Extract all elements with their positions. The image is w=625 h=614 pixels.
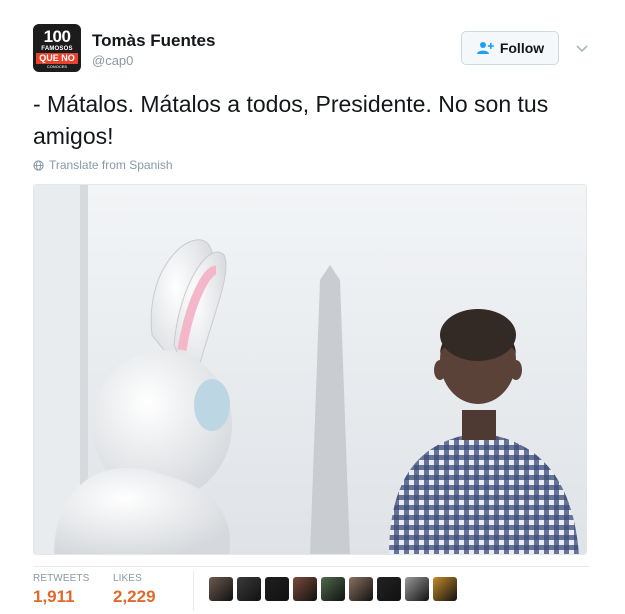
avatar-text-famosos: FAMOSOS — [41, 45, 73, 52]
retweets-stat[interactable]: RETWEETS 1,911 — [33, 573, 89, 607]
liker-avatars — [209, 577, 457, 601]
follow-label: Follow — [499, 40, 545, 56]
likes-stat[interactable]: LIKES 2,229 — [113, 573, 156, 607]
tweet-text: - Mátalos. Mátalos a todos, Presidente. … — [33, 91, 549, 149]
likes-label: LIKES — [113, 573, 142, 584]
liker-avatar[interactable] — [433, 577, 457, 601]
stats-divider — [193, 571, 194, 611]
avatar-text-que-no: QUE NO — [36, 52, 78, 64]
avatar-text-conoces: CONOCES — [46, 63, 68, 69]
likes-count: 2,229 — [113, 587, 156, 606]
author-handle[interactable]: @cap0 — [92, 53, 133, 68]
avatar-text-100: 100 — [43, 26, 71, 46]
retweets-label: RETWEETS — [33, 573, 90, 584]
author-name[interactable]: Tomàs Fuentes — [92, 31, 215, 51]
liker-avatar[interactable] — [377, 577, 401, 601]
liker-avatar[interactable] — [321, 577, 345, 601]
add-user-icon — [476, 42, 494, 54]
retweets-count: 1,911 — [33, 587, 75, 606]
avatar[interactable]: 100 FAMOSOS QUE NO CONOCES — [33, 24, 81, 72]
translate-label: Translate from Spanish — [49, 158, 173, 172]
tweet-card: 100 FAMOSOS QUE NO CONOCES Tomàs Fuentes… — [0, 0, 625, 614]
liker-avatar[interactable] — [209, 577, 233, 601]
liker-avatar[interactable] — [405, 577, 429, 601]
liker-avatar[interactable] — [265, 577, 289, 601]
liker-avatar[interactable] — [349, 577, 373, 601]
follow-button[interactable]: Follow — [461, 31, 559, 65]
tweet-photo[interactable] — [33, 184, 587, 555]
photo-scene — [34, 185, 586, 554]
globe-icon — [33, 159, 44, 171]
liker-avatar[interactable] — [237, 577, 261, 601]
chevron-down-icon[interactable] — [574, 40, 590, 56]
translate-link[interactable]: Translate from Spanish — [33, 158, 173, 172]
stats-bar: RETWEETS 1,911 LIKES 2,229 — [33, 566, 589, 612]
liker-avatar[interactable] — [293, 577, 317, 601]
